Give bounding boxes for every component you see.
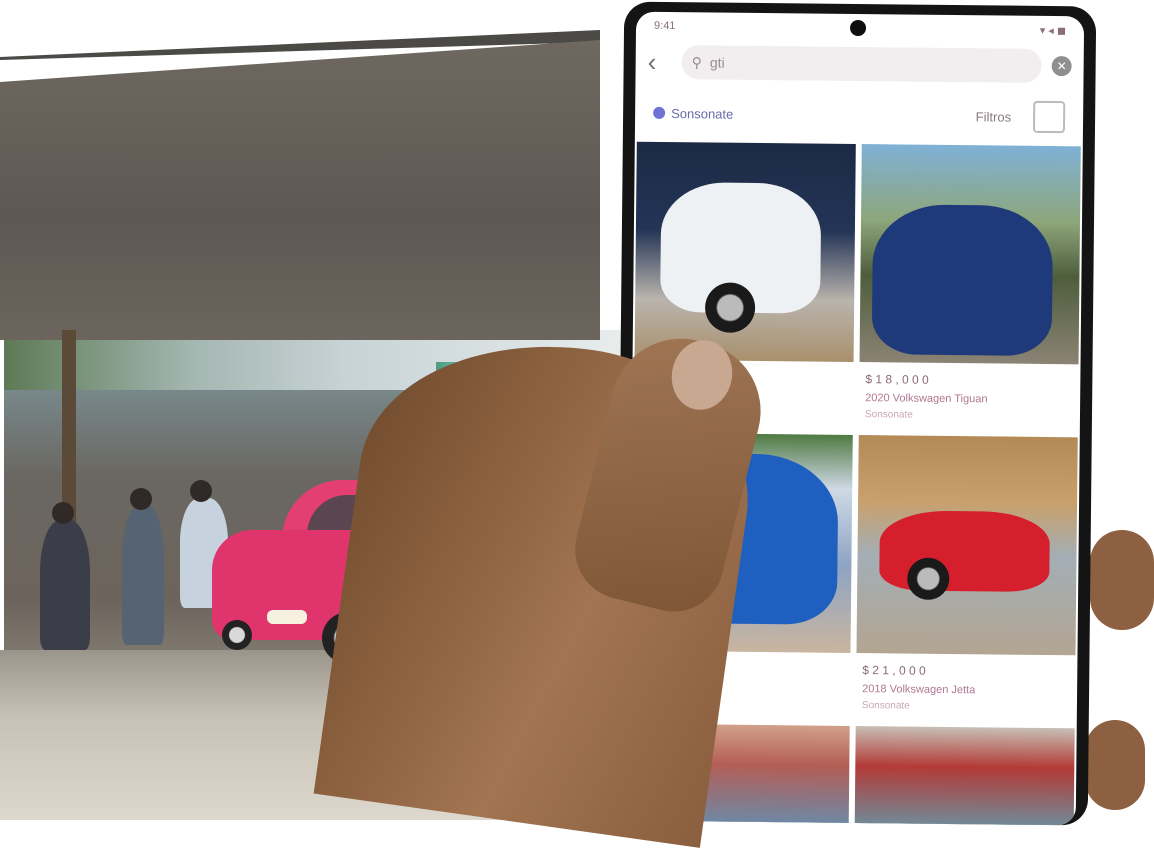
listing-price: $ 2 1 , 0 0 0 [862, 663, 926, 678]
search-icon: ⚲ [691, 53, 703, 70]
red-car [879, 510, 1050, 593]
car-wheel [907, 557, 950, 600]
location-filter[interactable]: Sonsonate [653, 105, 733, 121]
location-dot-icon [653, 106, 666, 119]
search-query: gti [709, 54, 725, 71]
filters-button[interactable]: Filtros [976, 109, 1012, 124]
person [40, 520, 90, 650]
listing-card[interactable]: $ 2 1 , 0 0 0 2018 Volkswagen Jetta Sons… [856, 435, 1078, 720]
status-time: 9:41 [653, 19, 676, 33]
listing-title: 2018 Volkswagen Jetta [862, 683, 976, 697]
listing-photo [856, 435, 1078, 656]
listing-photo [634, 141, 856, 362]
person-head [52, 502, 74, 524]
close-icon[interactable]: ✕ [1051, 56, 1072, 77]
navy-car [871, 204, 1054, 357]
listing-title: 2020 Volkswagen Tiguan [865, 392, 988, 406]
front-camera [849, 19, 866, 37]
listing-photo [859, 144, 1081, 365]
status-icons: ▾ ◂ ◼ [1039, 24, 1067, 37]
search-bar: ‹ ⚲ gti ✕ [635, 40, 1083, 89]
listing-photo [854, 726, 1075, 826]
listing-location: Sonsonate [864, 409, 913, 421]
person-head [190, 480, 212, 502]
bookmark-icon[interactable] [1032, 100, 1066, 134]
finger [1085, 720, 1145, 810]
car-wheel [704, 282, 756, 333]
finger [1090, 530, 1154, 630]
filter-bar: Sonsonate Filtros [635, 84, 1084, 147]
listing-card[interactable]: $ 1 8 , 0 0 0 2020 Volkswagen Tiguan Son… [859, 144, 1081, 429]
car-headlight [267, 610, 307, 624]
listing-price: $ 1 8 , 0 0 0 [865, 372, 929, 387]
filter-actions: Filtros [976, 100, 1066, 134]
chevron-left-icon[interactable]: ‹ [648, 46, 672, 77]
listing-location: Sonsonate [861, 700, 910, 712]
wall [0, 40, 600, 340]
search-input[interactable]: ⚲ gti [681, 45, 1042, 83]
location-label: Sonsonate [671, 105, 734, 122]
person-head [130, 488, 152, 510]
listing-card[interactable] [854, 726, 1075, 826]
person [122, 505, 164, 645]
car-wheel [222, 620, 252, 650]
